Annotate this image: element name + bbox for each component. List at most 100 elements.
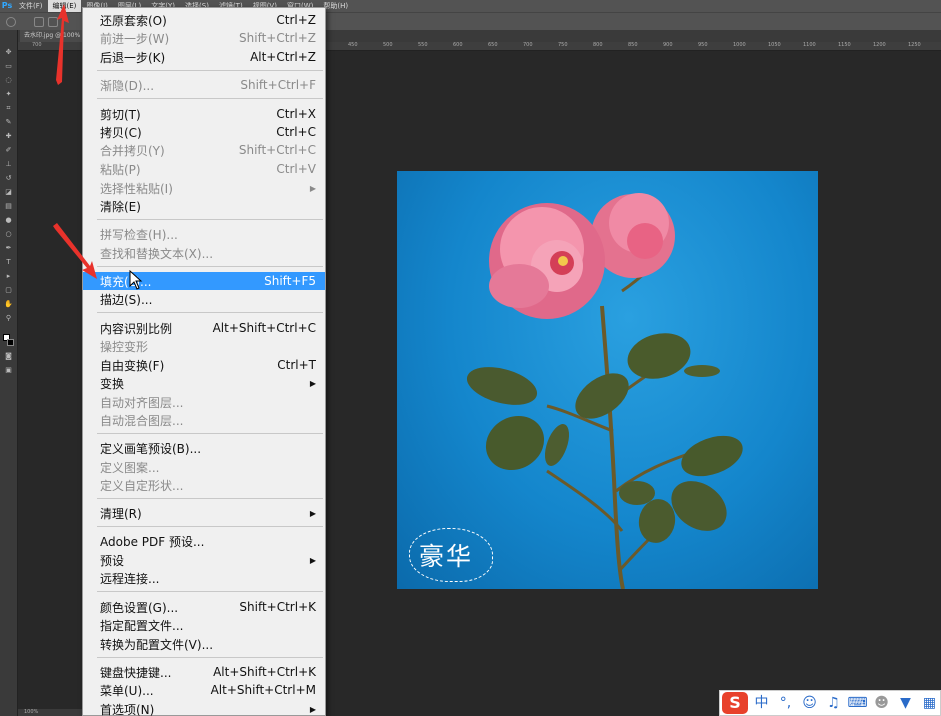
ruler-tick: 1200 — [873, 42, 886, 48]
eraser-tool-icon[interactable]: ◪ — [4, 188, 13, 196]
hand-tool-icon[interactable]: ✋ — [4, 300, 13, 308]
ruler-tick: 650 — [488, 42, 498, 48]
menu-separator — [97, 219, 323, 220]
blur-tool-icon[interactable]: ● — [4, 216, 13, 224]
ime-toolbar: S 中 °, ☺ ♫ ⌨ ☻ ▼ ▦ — [719, 690, 941, 716]
menu-item-color-settings[interactable]: 颜色设置(G)... Shift+Ctrl+K — [83, 598, 325, 616]
microphone-icon[interactable]: ♫ — [823, 692, 844, 714]
menu-item-transform[interactable]: 变换 ▶ — [83, 374, 325, 392]
healing-brush-tool-icon[interactable]: ✚ — [4, 132, 13, 140]
crop-tool-icon[interactable]: ⌗ — [4, 104, 13, 112]
menu-item-adobe-pdf-presets[interactable]: Adobe PDF 预设... — [83, 532, 325, 550]
menu-item-free-transform[interactable]: 自由变换(F) Ctrl+T — [83, 356, 325, 374]
punctuation-icon[interactable]: °, — [775, 692, 796, 714]
menu-separator — [97, 526, 323, 527]
dodge-tool-icon[interactable]: ○ — [4, 230, 13, 238]
move-tool-icon[interactable]: ✥ — [4, 48, 13, 56]
type-tool-icon[interactable]: T — [4, 258, 13, 266]
new-selection-icon[interactable] — [34, 17, 44, 27]
document-canvas[interactable]: 豪华 — [397, 171, 818, 589]
menu-separator — [97, 498, 323, 499]
keyboard-icon[interactable]: ⌨ — [847, 692, 868, 714]
menu-item-stroke[interactable]: 描边(S)... — [83, 290, 325, 308]
menu-separator — [97, 591, 323, 592]
ps-logo: Ps — [1, 1, 13, 10]
ruler-tick: 1000 — [733, 42, 746, 48]
menu-item-remote-connections[interactable]: 远程连接... — [83, 569, 325, 587]
menu-item-preferences[interactable]: 首选项(N) ▶ — [83, 700, 325, 716]
background-color-swatch[interactable] — [7, 339, 14, 346]
menu-item-find-replace[interactable]: 查找和替换文本(X)... — [83, 244, 325, 262]
menu-item-step-forward[interactable]: 前进一步(W) Shift+Ctrl+Z — [83, 29, 325, 47]
add-selection-icon[interactable] — [48, 17, 58, 27]
stamp-tool-icon[interactable]: ⊥ — [4, 160, 13, 168]
menu-file[interactable]: 文件(F) — [14, 0, 48, 12]
ruler-tick: 600 — [453, 42, 463, 48]
menu-edit[interactable]: 编辑(E) — [47, 0, 82, 12]
toolbox: ✥ ▭ ◌ ✦ ⌗ ✎ ✚ ✐ ⊥ ↺ ◪ ▤ ● ○ ✒ T ▸ ▢ ✋ ⚲ … — [0, 30, 18, 716]
history-brush-tool-icon[interactable]: ↺ — [4, 174, 13, 182]
lasso-preset-icon[interactable] — [6, 17, 16, 27]
menu-item-convert-profile[interactable]: 转换为配置文件(V)... — [83, 635, 325, 653]
shape-tool-icon[interactable]: ▢ — [4, 286, 13, 294]
submenu-arrow-icon: ▶ — [309, 508, 316, 518]
menu-item-step-backward[interactable]: 后退一步(K) Alt+Ctrl+Z — [83, 48, 325, 66]
path-selection-tool-icon[interactable]: ▸ — [4, 272, 13, 280]
menu-item-undo[interactable]: 还原套索(O) Ctrl+Z — [83, 11, 325, 29]
menu-item-copy-merged[interactable]: 合并拷贝(Y) Shift+Ctrl+C — [83, 141, 325, 159]
menu-item-copy[interactable]: 拷贝(C) Ctrl+C — [83, 123, 325, 141]
submenu-arrow-icon: ▶ — [309, 704, 316, 714]
watermark-text: 豪华 — [419, 542, 474, 571]
menu-item-define-custom-shape[interactable]: 定义自定形状... — [83, 476, 325, 494]
menu-item-content-aware-scale[interactable]: 内容识别比例 Alt+Shift+Ctrl+C — [83, 319, 325, 337]
document-tab[interactable]: 去水印.jpg @ 100% — [20, 30, 85, 42]
menu-separator — [97, 657, 323, 658]
ruler-tick: 1100 — [803, 42, 816, 48]
skin-icon[interactable]: ▼ — [895, 692, 916, 714]
sogou-logo-icon[interactable]: S — [722, 692, 748, 714]
menu-item-paste[interactable]: 粘贴(P) Ctrl+V — [83, 160, 325, 178]
rose-image — [466, 193, 743, 589]
menu-item-presets[interactable]: 预设 ▶ — [83, 551, 325, 569]
submenu-arrow-icon: ▶ — [309, 378, 316, 388]
pen-tool-icon[interactable]: ✒ — [4, 244, 13, 252]
menu-item-define-brush[interactable]: 定义画笔预设(B)... — [83, 439, 325, 457]
user-icon[interactable]: ☻ — [871, 692, 892, 714]
menu-item-spell-check[interactable]: 拼写检查(H)... — [83, 225, 325, 243]
zoom-level: 100% — [24, 709, 39, 715]
menu-item-define-pattern[interactable]: 定义图案... — [83, 458, 325, 476]
menu-item-auto-blend-layers[interactable]: 自动混合图层... — [83, 411, 325, 429]
menu-separator — [97, 433, 323, 434]
ruler-tick: 550 — [418, 42, 428, 48]
screen-mode-icon[interactable]: ▣ — [4, 366, 13, 374]
emoji-icon[interactable]: ☺ — [799, 692, 820, 714]
input-mode-toggle[interactable]: 中 — [751, 692, 772, 714]
menu-item-paste-special[interactable]: 选择性粘贴(I) ▶ — [83, 179, 325, 197]
ruler-tick: 700 — [32, 42, 42, 48]
lasso-tool-icon[interactable]: ◌ — [4, 76, 13, 84]
menu-item-purge[interactable]: 清理(R) ▶ — [83, 504, 325, 522]
brush-tool-icon[interactable]: ✐ — [4, 146, 13, 154]
menu-item-puppet-warp[interactable]: 操控变形 — [83, 337, 325, 355]
menu-item-keyboard-shortcuts[interactable]: 键盘快捷键... Alt+Shift+Ctrl+K — [83, 663, 325, 681]
menu-item-menus[interactable]: 菜单(U)... Alt+Shift+Ctrl+M — [83, 681, 325, 699]
ruler-tick: 1150 — [838, 42, 851, 48]
menu-item-cut[interactable]: 剪切(T) Ctrl+X — [83, 105, 325, 123]
ruler-tick: 950 — [698, 42, 708, 48]
menu-item-assign-profile[interactable]: 指定配置文件... — [83, 616, 325, 634]
gradient-tool-icon[interactable]: ▤ — [4, 202, 13, 210]
magic-wand-tool-icon[interactable]: ✦ — [4, 90, 13, 98]
ruler-tick: 750 — [558, 42, 568, 48]
ruler-tick: 1250 — [908, 42, 921, 48]
grid-icon[interactable]: ▦ — [919, 692, 940, 714]
eyedropper-tool-icon[interactable]: ✎ — [4, 118, 13, 126]
quick-mask-icon[interactable]: ◙ — [4, 352, 13, 360]
menu-separator — [97, 266, 323, 267]
menu-item-fade[interactable]: 渐隐(D)... Shift+Ctrl+F — [83, 76, 325, 94]
ruler-tick: 900 — [663, 42, 673, 48]
zoom-tool-icon[interactable]: ⚲ — [4, 314, 13, 322]
marquee-tool-icon[interactable]: ▭ — [4, 62, 13, 70]
menu-item-auto-align-layers[interactable]: 自动对齐图层... — [83, 393, 325, 411]
menu-item-clear[interactable]: 清除(E) — [83, 197, 325, 215]
menu-item-fill[interactable]: 填充(L)... Shift+F5 — [83, 272, 325, 290]
